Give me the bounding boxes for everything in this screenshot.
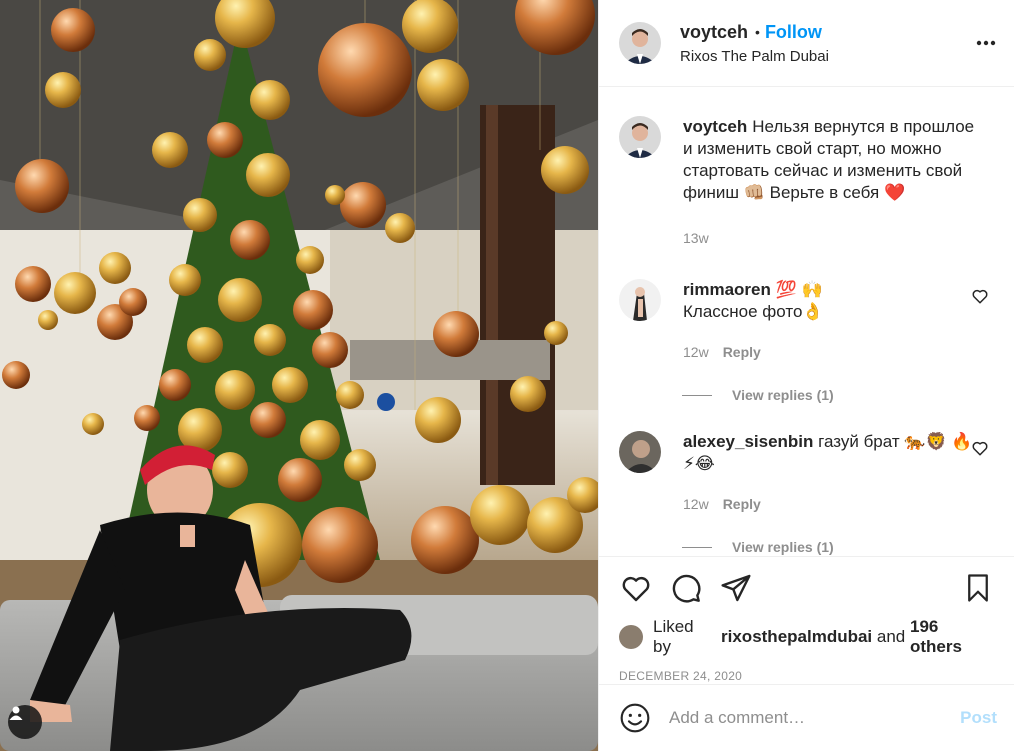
post-panel: voytceh • Follow Rixos The Palm Dubai vo…: [598, 0, 1014, 751]
tagged-users-button[interactable]: [8, 705, 42, 739]
post-actions: Liked by rixosthepalmdubai and 196 other…: [599, 556, 1014, 683]
post-header: voytceh • Follow Rixos The Palm Dubai: [599, 0, 1014, 87]
likes-others-count[interactable]: 196 others: [910, 617, 995, 657]
liker-avatar[interactable]: [619, 625, 643, 649]
post-date[interactable]: DECEMBER 24, 2020: [619, 669, 995, 683]
save-button[interactable]: [961, 571, 995, 605]
caption-username[interactable]: voytceh: [683, 117, 747, 136]
divider-line: [682, 546, 712, 548]
comment-username-suffix: 💯 🙌: [770, 280, 823, 299]
emoji-icon[interactable]: [619, 702, 651, 734]
post-location[interactable]: Rixos The Palm Dubai: [680, 48, 974, 65]
comment-button[interactable]: [669, 571, 703, 605]
post-photo[interactable]: [0, 0, 598, 751]
comment-username[interactable]: alexey_sisenbin: [683, 432, 813, 451]
reply-button[interactable]: Reply: [723, 496, 761, 512]
view-replies-button[interactable]: View replies (1): [682, 387, 995, 403]
view-replies-label: View replies (1): [732, 539, 834, 555]
post-comment-button[interactable]: Post: [960, 708, 997, 728]
reply-button[interactable]: Reply: [723, 344, 761, 360]
avatar-image: [619, 431, 661, 473]
follow-button[interactable]: Follow: [765, 22, 822, 43]
user-icon: [9, 706, 23, 720]
likes-summary: Liked by rixosthepalmdubai and 196 other…: [619, 617, 995, 657]
separator-dot: •: [755, 24, 760, 40]
post-author-username[interactable]: voytceh: [680, 22, 748, 43]
comment-like-heart-icon[interactable]: [971, 439, 989, 457]
divider-line: [682, 394, 712, 396]
post-caption: voytceh Нельзя вернутся в прошлое и измен…: [619, 116, 995, 249]
add-comment-bar: Post: [599, 684, 1014, 751]
comment-icon: [672, 574, 701, 603]
comment-input[interactable]: [669, 708, 961, 728]
comment-item: alexey_sisenbin газуй брат 🐅🦁 🔥⚡😂 12w Rep…: [619, 431, 995, 515]
heart-icon: [622, 576, 650, 602]
like-button[interactable]: [619, 571, 653, 605]
avatar-image: [619, 116, 661, 158]
more-options-icon[interactable]: [974, 31, 998, 55]
caption-age[interactable]: 13w: [683, 230, 709, 246]
comment-username[interactable]: rimmaoren: [683, 280, 771, 299]
comments-list[interactable]: voytceh Нельзя вернутся в прошлое и измен…: [599, 88, 1014, 555]
likes-prefix: Liked by: [652, 617, 694, 656]
likes-and: and: [876, 627, 906, 646]
bookmark-icon: [968, 574, 988, 602]
liker-username[interactable]: rixosthepalmdubai: [721, 627, 872, 647]
comment-item: rimmaoren 💯 🙌 Классное фото👌 12w Reply: [619, 279, 995, 363]
avatar[interactable]: [619, 279, 661, 321]
comment-age[interactable]: 12w: [683, 344, 709, 360]
comment-age[interactable]: 12w: [683, 496, 709, 512]
comment-like-heart-icon[interactable]: [971, 287, 989, 305]
avatar[interactable]: [619, 116, 661, 158]
photo-scene: [0, 0, 598, 751]
avatar-image: [619, 279, 661, 321]
avatar-image: [619, 22, 661, 64]
view-replies-button[interactable]: View replies (1): [682, 539, 995, 555]
comment-text: Классное фото👌: [683, 302, 824, 321]
share-button[interactable]: [719, 571, 753, 605]
avatar[interactable]: [619, 22, 661, 64]
send-icon: [721, 574, 751, 602]
avatar[interactable]: [619, 431, 661, 473]
view-replies-label: View replies (1): [732, 387, 834, 403]
